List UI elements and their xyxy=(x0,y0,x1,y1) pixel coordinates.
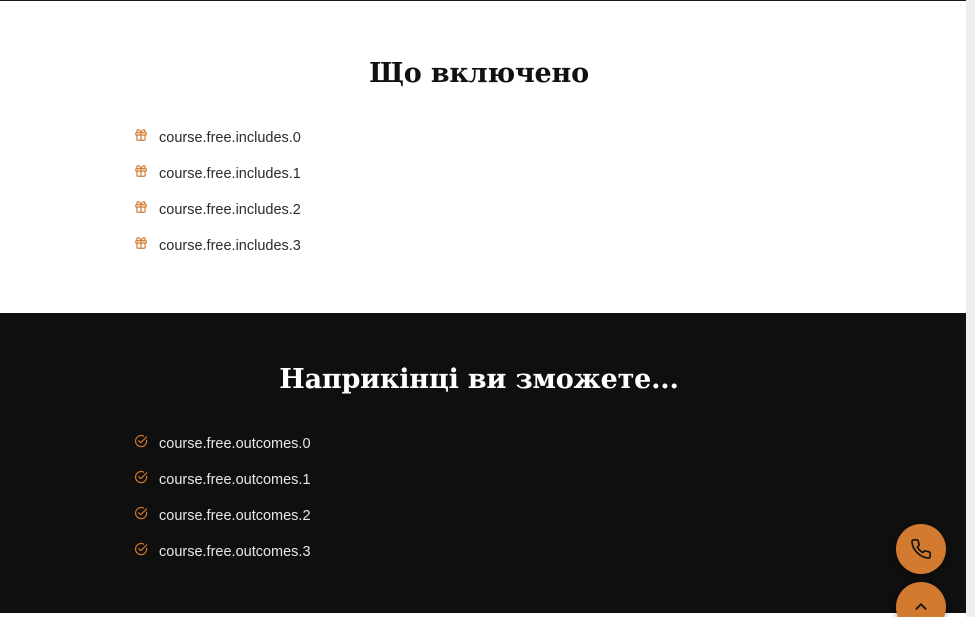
include-item-text: course.free.includes.3 xyxy=(159,238,301,254)
outcomes-section: Наприкінці ви зможете... course.free.out… xyxy=(0,313,966,613)
call-button[interactable] xyxy=(896,524,946,574)
include-item-text: course.free.includes.2 xyxy=(159,202,301,218)
page-scrollbar[interactable] xyxy=(966,0,975,617)
outcomes-title: Наприкінці ви зможете... xyxy=(279,364,679,395)
check-circle-icon xyxy=(134,470,148,484)
check-circle-icon xyxy=(134,434,148,448)
outcome-item-text: course.free.outcomes.2 xyxy=(159,508,311,524)
include-item-text: course.free.includes.0 xyxy=(159,130,301,146)
includes-title: Що включено xyxy=(369,58,589,89)
gift-icon xyxy=(134,200,148,214)
gift-icon xyxy=(134,236,148,250)
include-item-text: course.free.includes.1 xyxy=(159,166,301,182)
outcome-item-text: course.free.outcomes.1 xyxy=(159,472,311,488)
check-circle-icon xyxy=(134,542,148,556)
gift-icon xyxy=(134,128,148,142)
gift-icon xyxy=(134,164,148,178)
chevron-up-icon xyxy=(915,603,927,610)
includes-section: Що включено course.free.includes.0 cours… xyxy=(0,1,966,313)
outcome-item-text: course.free.outcomes.0 xyxy=(159,436,311,452)
phone-icon xyxy=(911,539,931,559)
course-page: Що включено course.free.includes.0 cours… xyxy=(0,0,975,617)
check-circle-icon xyxy=(134,506,148,520)
outcome-item-text: course.free.outcomes.3 xyxy=(159,544,311,560)
